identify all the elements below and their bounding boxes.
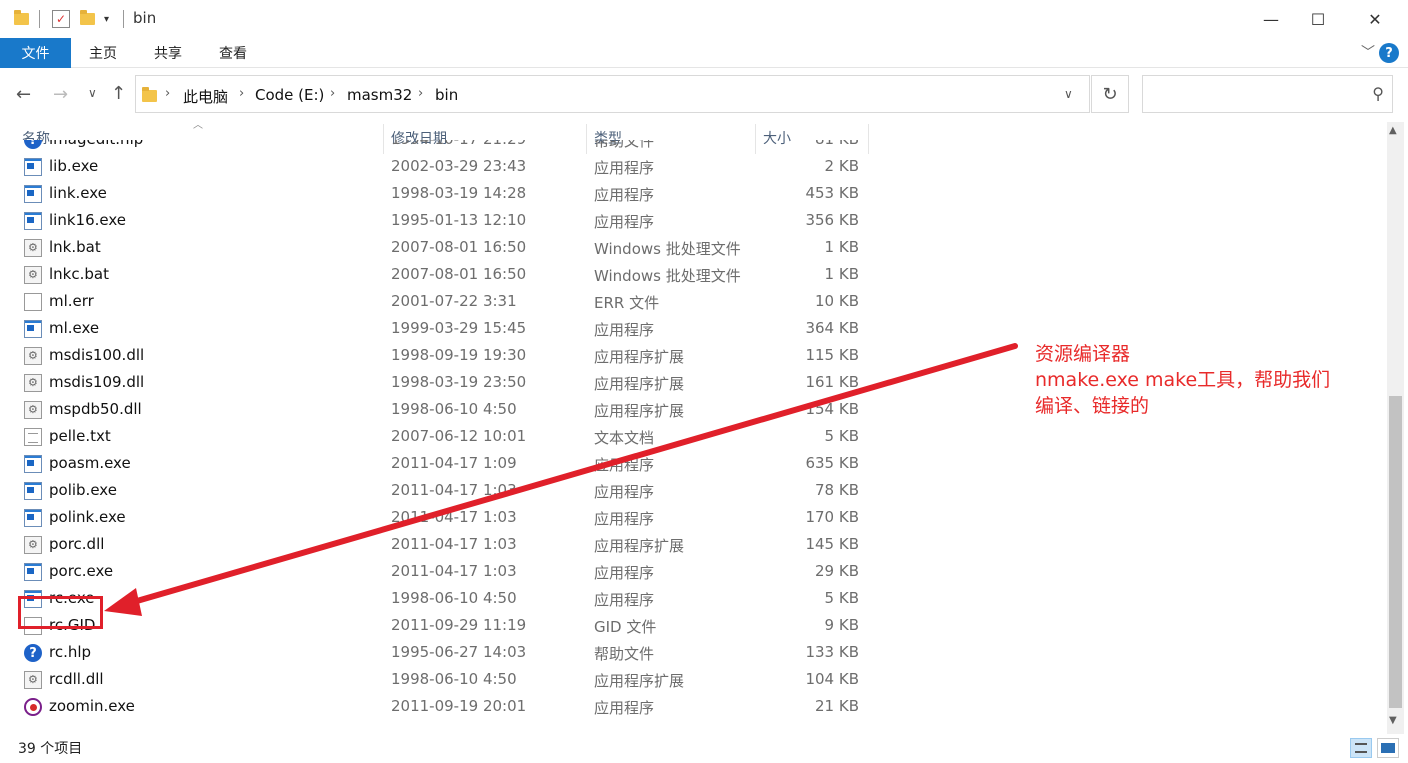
file-explorer-window: ✓ ▾ bin — ☐ ✕ 文件 主页 共享 查看 ﹀ ? ← → ∨ ↑ › … <box>0 0 1408 763</box>
annotation-text: 资源编译器 nmake.exe make工具，帮助我们 编译、链接的 <box>1035 341 1330 419</box>
annotation-line: 资源编译器 <box>1035 343 1131 365</box>
annotation-line: nmake.exe make工具，帮助我们 <box>1035 369 1331 391</box>
annotation-line: 编译、链接的 <box>1035 395 1150 417</box>
